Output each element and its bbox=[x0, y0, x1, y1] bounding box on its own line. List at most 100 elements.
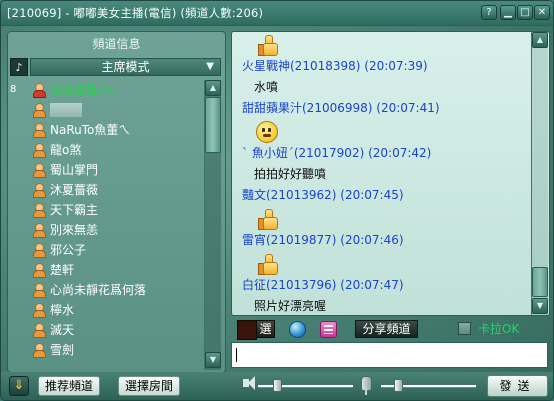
user-name: 龍o煞 bbox=[50, 143, 82, 157]
text-caret bbox=[236, 348, 237, 362]
user-name: 滅天 bbox=[50, 323, 75, 337]
mode-dropdown-value: 主席模式 bbox=[101, 60, 150, 74]
user-avatar-icon bbox=[32, 143, 46, 158]
minimize-icon: ▁ bbox=[504, 7, 512, 18]
user-avatar-icon bbox=[32, 243, 46, 258]
title-bar[interactable]: [210069] - 嘟嘟美女主播(電信) (頻道人數:206) ? ▁ □ ✕ bbox=[1, 1, 553, 26]
user-row[interactable]: 心尚未靜花爲何落 bbox=[10, 280, 206, 300]
user-avatar-icon bbox=[32, 223, 46, 238]
user-name: 蜀山掌門 bbox=[50, 163, 99, 177]
chat-scrollbar[interactable]: ▲ ▼ bbox=[531, 32, 548, 315]
user-name: NaRuTo魚董ㄟ bbox=[50, 123, 131, 137]
thumbs-up-icon bbox=[258, 208, 278, 230]
user-avatar-icon bbox=[32, 83, 46, 98]
user-row[interactable]: 龍o煞 bbox=[10, 140, 206, 160]
user-avatar-icon bbox=[32, 323, 46, 338]
user-avatar-icon bbox=[32, 123, 46, 138]
user-avatar-icon bbox=[32, 183, 46, 198]
user-row[interactable]: 滅天 bbox=[10, 320, 206, 340]
channel-window: [210069] - 嘟嘟美女主播(電信) (頻道人數:206) ? ▁ □ ✕… bbox=[0, 0, 554, 401]
notepad-icon[interactable] bbox=[320, 321, 337, 338]
user-name: 嘟嘟主播Rio bbox=[50, 83, 118, 97]
music-note-icon[interactable]: ♪ bbox=[10, 58, 28, 76]
user-avatar-icon bbox=[32, 263, 46, 278]
scroll-thumb[interactable] bbox=[532, 267, 548, 297]
thumbs-up-icon bbox=[258, 34, 278, 56]
user-row[interactable]: 楚軒 bbox=[10, 260, 206, 280]
message-sender[interactable]: 白征(21013796) (20:07:47) bbox=[242, 275, 527, 296]
user-row[interactable]: 雪劍 bbox=[10, 340, 206, 360]
user-row[interactable]: 天下霸主 bbox=[10, 200, 206, 220]
message-sender[interactable]: 火星戰神(21018398) (20:07:39) bbox=[242, 56, 527, 77]
user-avatar-icon bbox=[32, 283, 46, 298]
user-name-hidden bbox=[50, 103, 82, 117]
user-name: 檸水 bbox=[50, 303, 75, 317]
choose-room-button[interactable]: 選擇房間 bbox=[118, 376, 180, 396]
smiley-emoji-icon bbox=[256, 121, 278, 143]
download-arrow-icon[interactable]: ⇓ bbox=[9, 376, 29, 396]
recommend-channel-button[interactable]: 推荐頻道 bbox=[38, 376, 100, 396]
user-avatar-icon bbox=[32, 203, 46, 218]
user-row[interactable]: 邪公子 bbox=[10, 240, 206, 260]
user-row[interactable] bbox=[10, 100, 206, 120]
volume-slider[interactable] bbox=[258, 379, 353, 392]
message-sender[interactable]: 豔文(21013962) (20:07:45) bbox=[242, 185, 527, 206]
maximize-icon: □ bbox=[520, 7, 530, 18]
user-name: 心尚未靜花爲何落 bbox=[50, 283, 147, 297]
help-button[interactable]: ? bbox=[481, 5, 497, 20]
message-sender[interactable]: ˋ 魚小妞ˊ(21017902) (20:07:42) bbox=[242, 143, 527, 164]
chat-toolbar: 選 分享頻道 卡拉OK bbox=[231, 317, 548, 340]
mic-volume-slider[interactable] bbox=[381, 379, 476, 392]
chat-input[interactable] bbox=[231, 342, 548, 368]
select-color-button[interactable]: 選 bbox=[256, 320, 275, 338]
karaoke-label: 卡拉OK bbox=[478, 322, 520, 336]
close-button[interactable]: ✕ bbox=[534, 5, 550, 20]
scroll-up-icon[interactable]: ▲ bbox=[205, 80, 221, 96]
user-avatar-icon bbox=[32, 343, 46, 358]
maximize-button[interactable]: □ bbox=[517, 5, 533, 20]
mode-dropdown[interactable]: 主席模式 ▼ bbox=[30, 58, 221, 76]
user-name: 邪公子 bbox=[50, 243, 87, 257]
message-text: 拍拍好好聽噴 bbox=[254, 167, 327, 181]
user-row[interactable]: 檸水 bbox=[10, 300, 206, 320]
user-name: 別來無恙 bbox=[50, 223, 99, 237]
speaker-icon[interactable] bbox=[243, 376, 255, 390]
scroll-down-icon[interactable]: ▼ bbox=[205, 352, 221, 368]
user-list-scrollbar[interactable]: ▲ ▼ bbox=[204, 80, 221, 370]
chat-panel: 火星戰神(21018398) (20:07:39) 水噴甜甜蘋果汁(2100699… bbox=[231, 31, 550, 316]
user-row[interactable]: NaRuTo魚董ㄟ bbox=[10, 120, 206, 140]
help-icon: ? bbox=[486, 7, 492, 18]
minimize-button[interactable]: ▁ bbox=[500, 5, 516, 20]
window-title: [210069] - 嘟嘟美女主播(電信) (頻道人數:206) bbox=[7, 6, 264, 20]
message-sender[interactable]: 雷宵(21019877) (20:07:46) bbox=[242, 230, 527, 251]
text-color-swatch[interactable] bbox=[237, 320, 257, 340]
thumbs-up-icon bbox=[258, 253, 278, 275]
user-name: 雪劍 bbox=[50, 343, 75, 357]
mode-row: ♪ 主席模式 ▼ bbox=[10, 58, 222, 77]
user-row[interactable]: 沐夏薔薇 bbox=[10, 180, 206, 200]
user-name: 沐夏薔薇 bbox=[50, 183, 99, 197]
user-level: 8 bbox=[10, 84, 17, 95]
karaoke-checkbox[interactable] bbox=[458, 322, 471, 335]
user-name: 楚軒 bbox=[50, 263, 75, 277]
scroll-up-icon[interactable]: ▲ bbox=[532, 32, 548, 48]
globe-icon[interactable] bbox=[289, 321, 306, 338]
user-list[interactable]: 8 嘟嘟主播Rio NaRuTo魚董ㄟ 龍o煞蜀山掌門沐夏薔薇天下霸主別來無恙邪公子楚… bbox=[10, 80, 206, 370]
message-sender[interactable]: 甜甜蘋果汁(21006998) (20:07:41) bbox=[242, 98, 527, 119]
user-avatar-icon bbox=[32, 163, 46, 178]
scroll-down-icon[interactable]: ▼ bbox=[532, 298, 548, 314]
volume-slider-knob[interactable] bbox=[273, 379, 282, 392]
mic-slider-knob[interactable] bbox=[394, 379, 403, 392]
user-name: 天下霸主 bbox=[50, 203, 99, 217]
share-channel-button[interactable]: 分享頻道 bbox=[355, 320, 418, 338]
user-row-host[interactable]: 8 嘟嘟主播Rio bbox=[10, 80, 206, 100]
send-button[interactable]: 發送 bbox=[487, 375, 548, 397]
user-row[interactable]: 別來無恙 bbox=[10, 220, 206, 240]
microphone-stand bbox=[365, 389, 367, 395]
message-text: 水噴 bbox=[254, 80, 279, 94]
message-text: 照片好漂亮喔 bbox=[254, 299, 327, 313]
scroll-thumb[interactable] bbox=[205, 97, 221, 153]
user-row[interactable]: 蜀山掌門 bbox=[10, 160, 206, 180]
user-avatar-icon bbox=[32, 103, 46, 118]
close-icon: ✕ bbox=[537, 7, 547, 18]
